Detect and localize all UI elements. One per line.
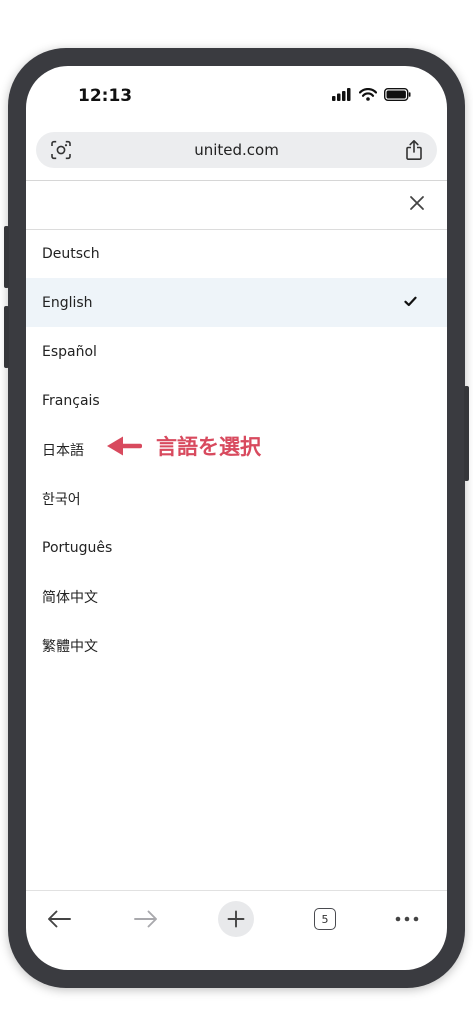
language-label: Deutsch <box>42 245 100 262</box>
plus-icon[interactable] <box>218 901 254 937</box>
back-arrow-icon[interactable] <box>41 901 77 937</box>
language-label: 简体中文 <box>42 589 98 606</box>
language-label: English <box>42 294 93 311</box>
language-option-simplified-chinese[interactable]: 简体中文 <box>26 572 447 621</box>
side-button-action <box>4 226 9 288</box>
language-option-francais[interactable]: Français <box>26 376 447 425</box>
status-icons <box>332 88 411 101</box>
side-button-power <box>464 386 469 481</box>
annotation-text: 言語を選択 <box>156 435 261 459</box>
forward-arrow-icon[interactable] <box>128 901 164 937</box>
language-menu: Deutsch English Español Français 日本語 한국어… <box>26 180 447 891</box>
close-icon[interactable] <box>409 195 425 215</box>
tab-count: 5 <box>314 908 336 930</box>
browser-toolbar: 5 <box>26 890 447 970</box>
annotation-callout: 言語を選択 <box>106 431 261 461</box>
arrow-left-icon <box>107 436 142 456</box>
language-label: Español <box>42 343 97 360</box>
phone-screen: 12:13 united.com Deutsch English Español… <box>26 66 447 970</box>
side-button-volume <box>4 306 9 368</box>
language-label: 繁體中文 <box>42 638 98 655</box>
address-bar[interactable]: united.com <box>36 132 437 168</box>
signal-icon <box>332 88 351 101</box>
checkmark-icon <box>404 295 417 311</box>
language-label: Português <box>42 539 113 556</box>
status-bar: 12:13 <box>26 66 447 128</box>
language-label: 한국어 <box>42 491 81 508</box>
language-label: 日本語 <box>42 442 84 459</box>
more-icon[interactable] <box>389 901 425 937</box>
language-option-korean[interactable]: 한국어 <box>26 474 447 523</box>
language-option-espanol[interactable]: Español <box>26 327 447 376</box>
language-option-deutsch[interactable]: Deutsch <box>26 229 447 278</box>
status-time: 12:13 <box>78 86 133 106</box>
language-option-english[interactable]: English <box>26 278 447 327</box>
language-option-portugues[interactable]: Português <box>26 523 447 572</box>
url-text[interactable]: united.com <box>36 141 437 159</box>
language-option-traditional-chinese[interactable]: 繁體中文 <box>26 621 447 670</box>
language-label: Français <box>42 392 100 409</box>
menu-header <box>26 181 447 230</box>
share-icon[interactable] <box>405 139 423 165</box>
wifi-icon <box>359 88 377 101</box>
battery-icon <box>384 88 411 101</box>
tabs-icon[interactable]: 5 <box>307 901 343 937</box>
